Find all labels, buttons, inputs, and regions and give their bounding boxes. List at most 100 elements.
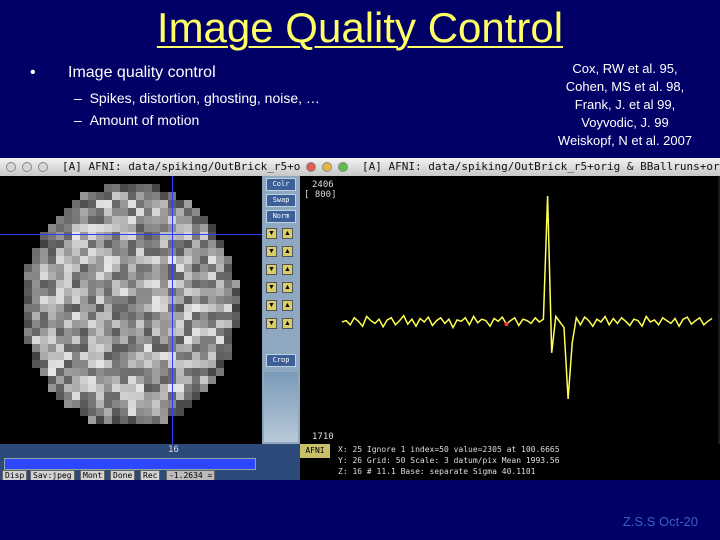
brain-voxel	[160, 288, 168, 296]
brain-voxel	[112, 328, 120, 336]
brain-voxel	[72, 304, 80, 312]
brain-voxel	[128, 280, 136, 288]
brain-image[interactable]	[0, 176, 262, 444]
zoom-window-icon[interactable]	[338, 162, 348, 172]
brain-voxel	[96, 272, 104, 280]
brain-voxel	[152, 368, 160, 376]
brain-voxel	[208, 272, 216, 280]
brain-voxel	[104, 304, 112, 312]
brain-voxel	[200, 376, 208, 384]
brain-voxel	[232, 296, 240, 304]
done-button[interactable]: Done	[110, 470, 136, 480]
brain-voxel	[144, 376, 152, 384]
save-jpeg-button[interactable]: Sav:jpeg	[30, 470, 75, 480]
arrow-up-icon[interactable]: ▲	[282, 300, 293, 311]
close-window-icon[interactable]	[6, 162, 16, 172]
timeseries-plot[interactable]	[338, 176, 718, 444]
brain-voxel	[176, 376, 184, 384]
reference-line: Frank, J. et al 99,	[574, 97, 676, 112]
brain-voxel	[80, 408, 88, 416]
brain-voxel	[104, 296, 112, 304]
brain-voxel	[72, 336, 80, 344]
brain-voxel	[192, 256, 200, 264]
brain-voxel	[184, 328, 192, 336]
brain-voxel	[184, 240, 192, 248]
brain-voxel	[64, 296, 72, 304]
minimize-window-icon[interactable]	[322, 162, 332, 172]
brain-voxel	[152, 280, 160, 288]
brain-voxel	[64, 384, 72, 392]
brain-voxel	[120, 216, 128, 224]
brain-voxel	[144, 240, 152, 248]
brain-voxel	[136, 216, 144, 224]
brain-voxel	[112, 272, 120, 280]
brain-voxel	[152, 192, 160, 200]
brain-voxel	[88, 416, 96, 424]
brain-voxel	[88, 400, 96, 408]
brain-voxel	[72, 360, 80, 368]
brain-voxel	[104, 184, 112, 192]
brain-voxel	[80, 352, 88, 360]
arrow-up-icon[interactable]: ▲	[282, 264, 293, 275]
brain-voxel	[88, 216, 96, 224]
arrow-down-icon[interactable]: ▼	[266, 228, 277, 239]
brain-voxel	[208, 280, 216, 288]
brain-voxel	[152, 184, 160, 192]
rec-button[interactable]: Rec	[140, 470, 161, 480]
swap-button[interactable]: Swap	[266, 194, 296, 207]
arrow-down-icon[interactable]: ▼	[266, 246, 277, 257]
brain-voxel	[224, 272, 232, 280]
brain-voxel	[104, 408, 112, 416]
brain-voxel	[64, 256, 72, 264]
disp-button[interactable]: Disp	[2, 470, 28, 480]
brain-voxel	[88, 360, 96, 368]
mont-button[interactable]: Mont	[80, 470, 106, 480]
brain-voxel	[184, 392, 192, 400]
brain-voxel	[184, 248, 192, 256]
brain-voxel	[160, 416, 168, 424]
brain-voxel	[192, 304, 200, 312]
subbullet-text: Spikes, distortion, ghosting, noise, …	[89, 90, 320, 106]
brain-voxel	[88, 272, 96, 280]
brain-voxel	[152, 256, 160, 264]
brain-voxel	[192, 320, 200, 328]
slice-slider[interactable]	[4, 458, 256, 470]
arrow-down-icon[interactable]: ▼	[266, 300, 277, 311]
window-titlebar[interactable]: [A] AFNI: data/spiking/OutBrick_r5+orig …	[300, 158, 720, 176]
window-titlebar[interactable]: [A] AFNI: data/spiking/OutBrick_r5+orig …	[0, 158, 300, 176]
brain-voxel	[136, 368, 144, 376]
brain-voxel	[176, 328, 184, 336]
arrow-up-icon[interactable]: ▲	[282, 246, 293, 257]
brain-voxel	[200, 328, 208, 336]
brain-voxel	[200, 240, 208, 248]
brain-voxel	[176, 392, 184, 400]
arrow-down-icon[interactable]: ▼	[266, 264, 277, 275]
brain-voxel	[104, 320, 112, 328]
brain-voxel	[160, 368, 168, 376]
zoom-window-icon[interactable]	[38, 162, 48, 172]
brain-voxel	[192, 352, 200, 360]
minimize-window-icon[interactable]	[22, 162, 32, 172]
brain-voxel	[144, 416, 152, 424]
brain-voxel	[128, 344, 136, 352]
timeseries-line	[341, 195, 713, 400]
arrow-up-icon[interactable]: ▲	[282, 318, 293, 329]
brain-voxel	[224, 320, 232, 328]
brain-voxel	[144, 288, 152, 296]
norm-button[interactable]: Norm	[266, 210, 296, 223]
arrow-up-icon[interactable]: ▲	[282, 282, 293, 293]
brain-voxel	[32, 336, 40, 344]
brain-voxel	[72, 328, 80, 336]
crop-button[interactable]: Crop	[266, 354, 296, 367]
arrow-down-icon[interactable]: ▼	[266, 282, 277, 293]
arrow-up-icon[interactable]: ▲	[282, 228, 293, 239]
colr-button[interactable]: Colr	[266, 178, 296, 191]
brain-voxel	[32, 296, 40, 304]
arrow-down-icon[interactable]: ▼	[266, 318, 277, 329]
brain-voxel	[96, 344, 104, 352]
brain-voxel	[64, 336, 72, 344]
brain-voxel	[136, 200, 144, 208]
brain-voxel	[96, 312, 104, 320]
brain-voxel	[72, 272, 80, 280]
close-window-icon[interactable]	[306, 162, 316, 172]
